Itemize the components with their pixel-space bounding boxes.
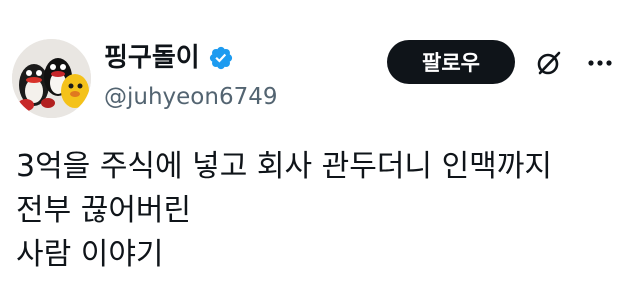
author-handle[interactable]: @juhyeon6749 bbox=[104, 82, 278, 112]
follow-button[interactable]: 팔로우 bbox=[387, 40, 515, 84]
pingu-plush-avatar-icon bbox=[12, 39, 91, 118]
verified-badge-icon bbox=[209, 46, 232, 70]
more-dots-icon bbox=[588, 60, 612, 66]
grok-icon bbox=[537, 51, 561, 75]
tweet-text: 3억을 주식에 넣고 회사 관두더니 인맥까지 전부 끊어버린 사람 이야기 bbox=[16, 149, 552, 272]
author-display-name[interactable]: 핑구돌이 bbox=[104, 42, 200, 74]
avatar[interactable] bbox=[12, 39, 91, 118]
more-options-button[interactable] bbox=[578, 44, 622, 82]
author-name-row: 핑구돌이 bbox=[104, 42, 234, 74]
tweet-card: 핑구돌이 @juhyeon6749 팔로우 3억을 주식에 넣고 회사 관두더니… bbox=[0, 0, 640, 300]
grok-button[interactable] bbox=[527, 44, 571, 82]
